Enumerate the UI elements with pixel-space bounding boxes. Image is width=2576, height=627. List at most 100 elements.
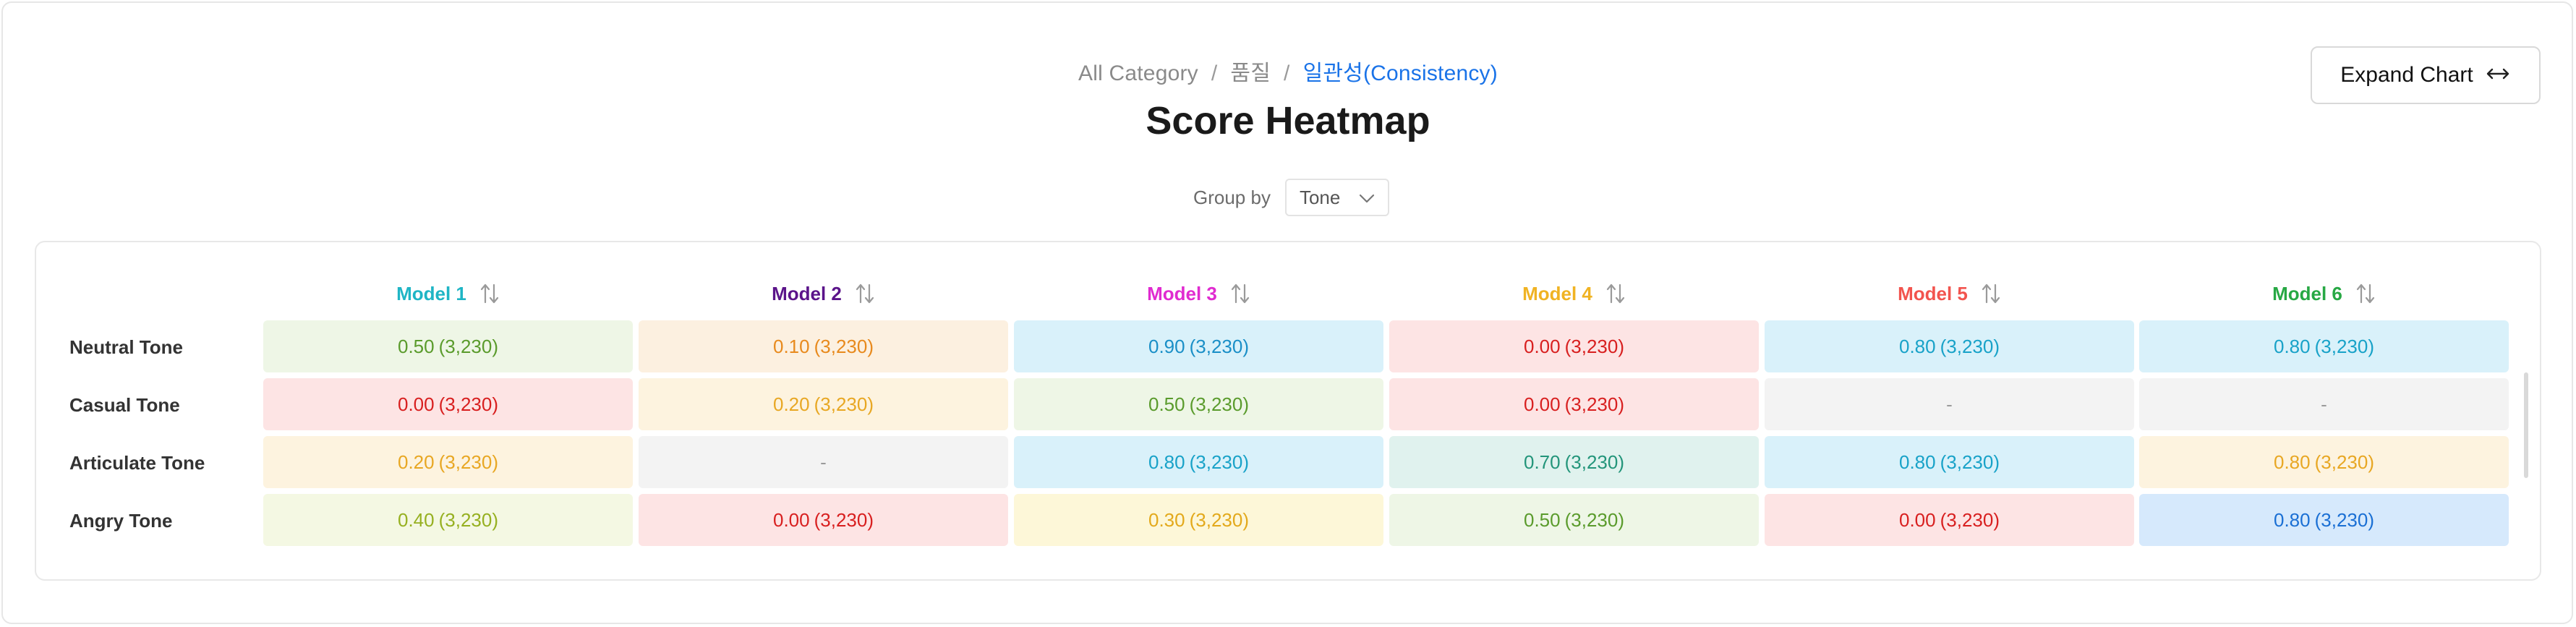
cell-count: (3,230) xyxy=(2314,335,2374,357)
heatmap-cell[interactable]: 0.80 (3,230) xyxy=(2139,320,2509,372)
cell-count: (3,230) xyxy=(1564,508,1624,531)
horizontal-arrows-icon xyxy=(2485,63,2511,88)
heatmap-cell[interactable]: 0.00 (3,230) xyxy=(1389,378,1759,430)
sort-icon[interactable] xyxy=(1230,283,1250,304)
heatmap-cell[interactable]: 0.30 (3,230) xyxy=(1014,494,1383,546)
column-header-model-6: Model 6 xyxy=(2139,278,2509,310)
cell-score: 0.80 xyxy=(1148,451,1185,473)
cell-score: 0.80 xyxy=(1899,335,1936,357)
expand-chart-button[interactable]: Expand Chart xyxy=(2311,46,2541,104)
heatmap-cell[interactable]: - xyxy=(1765,378,2134,430)
cell-count: (3,230) xyxy=(438,335,498,357)
cell-count: (3,230) xyxy=(814,393,874,415)
cell-count: (3,230) xyxy=(1564,335,1624,357)
heatmap-cell[interactable]: 0.50 (3,230) xyxy=(1389,494,1759,546)
heatmap-cell[interactable]: 0.40 (3,230) xyxy=(263,494,633,546)
breadcrumb-separator: / xyxy=(1211,61,1218,85)
cell-score: 0.80 xyxy=(1899,451,1936,473)
cell-score: 0.00 xyxy=(1899,508,1936,531)
group-by-control: Group by Tone xyxy=(1193,178,1390,217)
cell-score: 0.00 xyxy=(773,508,810,531)
group-by-value: Tone xyxy=(1299,186,1341,208)
expand-chart-label: Expand Chart xyxy=(2340,63,2473,87)
heatmap-cell[interactable]: 0.00 (3,230) xyxy=(1765,494,2134,546)
heatmap-cell[interactable]: 0.20 (3,230) xyxy=(263,436,633,488)
cell-count: (3,230) xyxy=(1189,451,1249,473)
cell-count: (3,230) xyxy=(814,508,874,531)
vertical-scrollbar[interactable] xyxy=(2524,372,2528,478)
cell-count: (3,230) xyxy=(2314,451,2374,473)
heatmap-cell[interactable]: 0.20 (3,230) xyxy=(639,378,1008,430)
row-label: Angry Tone xyxy=(69,510,173,532)
group-by-select[interactable]: Tone xyxy=(1284,179,1390,216)
breadcrumb-item-quality[interactable]: 품질 xyxy=(1230,61,1271,85)
breadcrumb-separator: / xyxy=(1284,61,1290,85)
breadcrumb-item-all-category[interactable]: All Category xyxy=(1078,61,1198,85)
cell-count: (3,230) xyxy=(1564,451,1624,473)
cell-score: 0.80 xyxy=(2274,335,2311,357)
column-header-model-3: Model 3 xyxy=(1014,278,1383,310)
heatmap-cell[interactable]: - xyxy=(639,436,1008,488)
cell-score: 0.10 xyxy=(773,335,810,357)
heatmap-cell[interactable]: 0.00 (3,230) xyxy=(263,378,633,430)
heatmap-cell[interactable]: 0.80 (3,230) xyxy=(1765,320,2134,372)
cell-score: - xyxy=(1946,393,1953,415)
model-name: Model 1 xyxy=(396,282,466,304)
heatmap-cell[interactable]: 0.80 (3,230) xyxy=(2139,436,2509,488)
model-name: Model 4 xyxy=(1522,282,1592,304)
cell-score: - xyxy=(2321,393,2327,415)
heatmap-cell[interactable]: 0.10 (3,230) xyxy=(639,320,1008,372)
cell-count: (3,230) xyxy=(1940,451,2000,473)
breadcrumb: All Category / 품질 / 일관성(Consistency) xyxy=(0,55,2576,87)
cell-count: (3,230) xyxy=(438,451,498,473)
sort-icon[interactable] xyxy=(479,283,500,304)
model-name: Model 5 xyxy=(1898,282,1968,304)
heatmap-cell[interactable]: 0.00 (3,230) xyxy=(1389,320,1759,372)
cell-score: 0.80 xyxy=(2274,451,2311,473)
cell-count: (3,230) xyxy=(814,335,874,357)
cell-score: 0.50 xyxy=(1148,393,1185,415)
chevron-down-icon xyxy=(1359,187,1375,209)
cell-score: 0.00 xyxy=(398,393,435,415)
column-header-model-2: Model 2 xyxy=(639,278,1008,310)
cell-count: (3,230) xyxy=(1940,508,2000,531)
model-name: Model 2 xyxy=(772,282,842,304)
cell-count: (3,230) xyxy=(1564,393,1624,415)
row-label: Casual Tone xyxy=(69,394,180,416)
cell-score: 0.70 xyxy=(1524,451,1561,473)
column-header-model-1: Model 1 xyxy=(263,278,633,310)
heatmap-cell[interactable]: 0.80 (3,230) xyxy=(2139,494,2509,546)
breadcrumb-current: 일관성(Consistency) xyxy=(1302,61,1498,85)
column-header-model-4: Model 4 xyxy=(1389,278,1759,310)
heatmap-cell[interactable]: 0.80 (3,230) xyxy=(1765,436,2134,488)
cell-score: 0.90 xyxy=(1148,335,1185,357)
column-header-model-5: Model 5 xyxy=(1765,278,2134,310)
group-by-label: Group by xyxy=(1193,186,1271,208)
sort-icon[interactable] xyxy=(1981,283,2001,304)
cell-score: 0.50 xyxy=(398,335,435,357)
heatmap-cell[interactable]: 0.50 (3,230) xyxy=(1014,378,1383,430)
cell-score: 0.20 xyxy=(398,451,435,473)
heatmap-cell[interactable]: 0.80 (3,230) xyxy=(1014,436,1383,488)
heatmap-cell[interactable]: 0.50 (3,230) xyxy=(263,320,633,372)
cell-score: 0.00 xyxy=(1524,393,1561,415)
heatmap-cell[interactable]: 0.00 (3,230) xyxy=(639,494,1008,546)
heatmap-cell[interactable]: 0.70 (3,230) xyxy=(1389,436,1759,488)
cell-count: (3,230) xyxy=(1189,393,1249,415)
sort-icon[interactable] xyxy=(855,283,875,304)
cell-count: (3,230) xyxy=(1940,335,2000,357)
cell-count: (3,230) xyxy=(438,393,498,415)
row-label: Neutral Tone xyxy=(69,336,183,358)
cell-score: 0.80 xyxy=(2274,508,2311,531)
model-name: Model 3 xyxy=(1147,282,1217,304)
heatmap-cell[interactable]: - xyxy=(2139,378,2509,430)
cell-score: - xyxy=(820,451,827,473)
cell-count: (3,230) xyxy=(438,508,498,531)
heatmap-cell[interactable]: 0.90 (3,230) xyxy=(1014,320,1383,372)
page-title: Score Heatmap xyxy=(1146,99,1430,142)
cell-score: 0.40 xyxy=(398,508,435,531)
sort-icon[interactable] xyxy=(2355,283,2376,304)
model-name: Model 6 xyxy=(2272,282,2342,304)
sort-icon[interactable] xyxy=(1605,283,1626,304)
cell-count: (3,230) xyxy=(2314,508,2374,531)
